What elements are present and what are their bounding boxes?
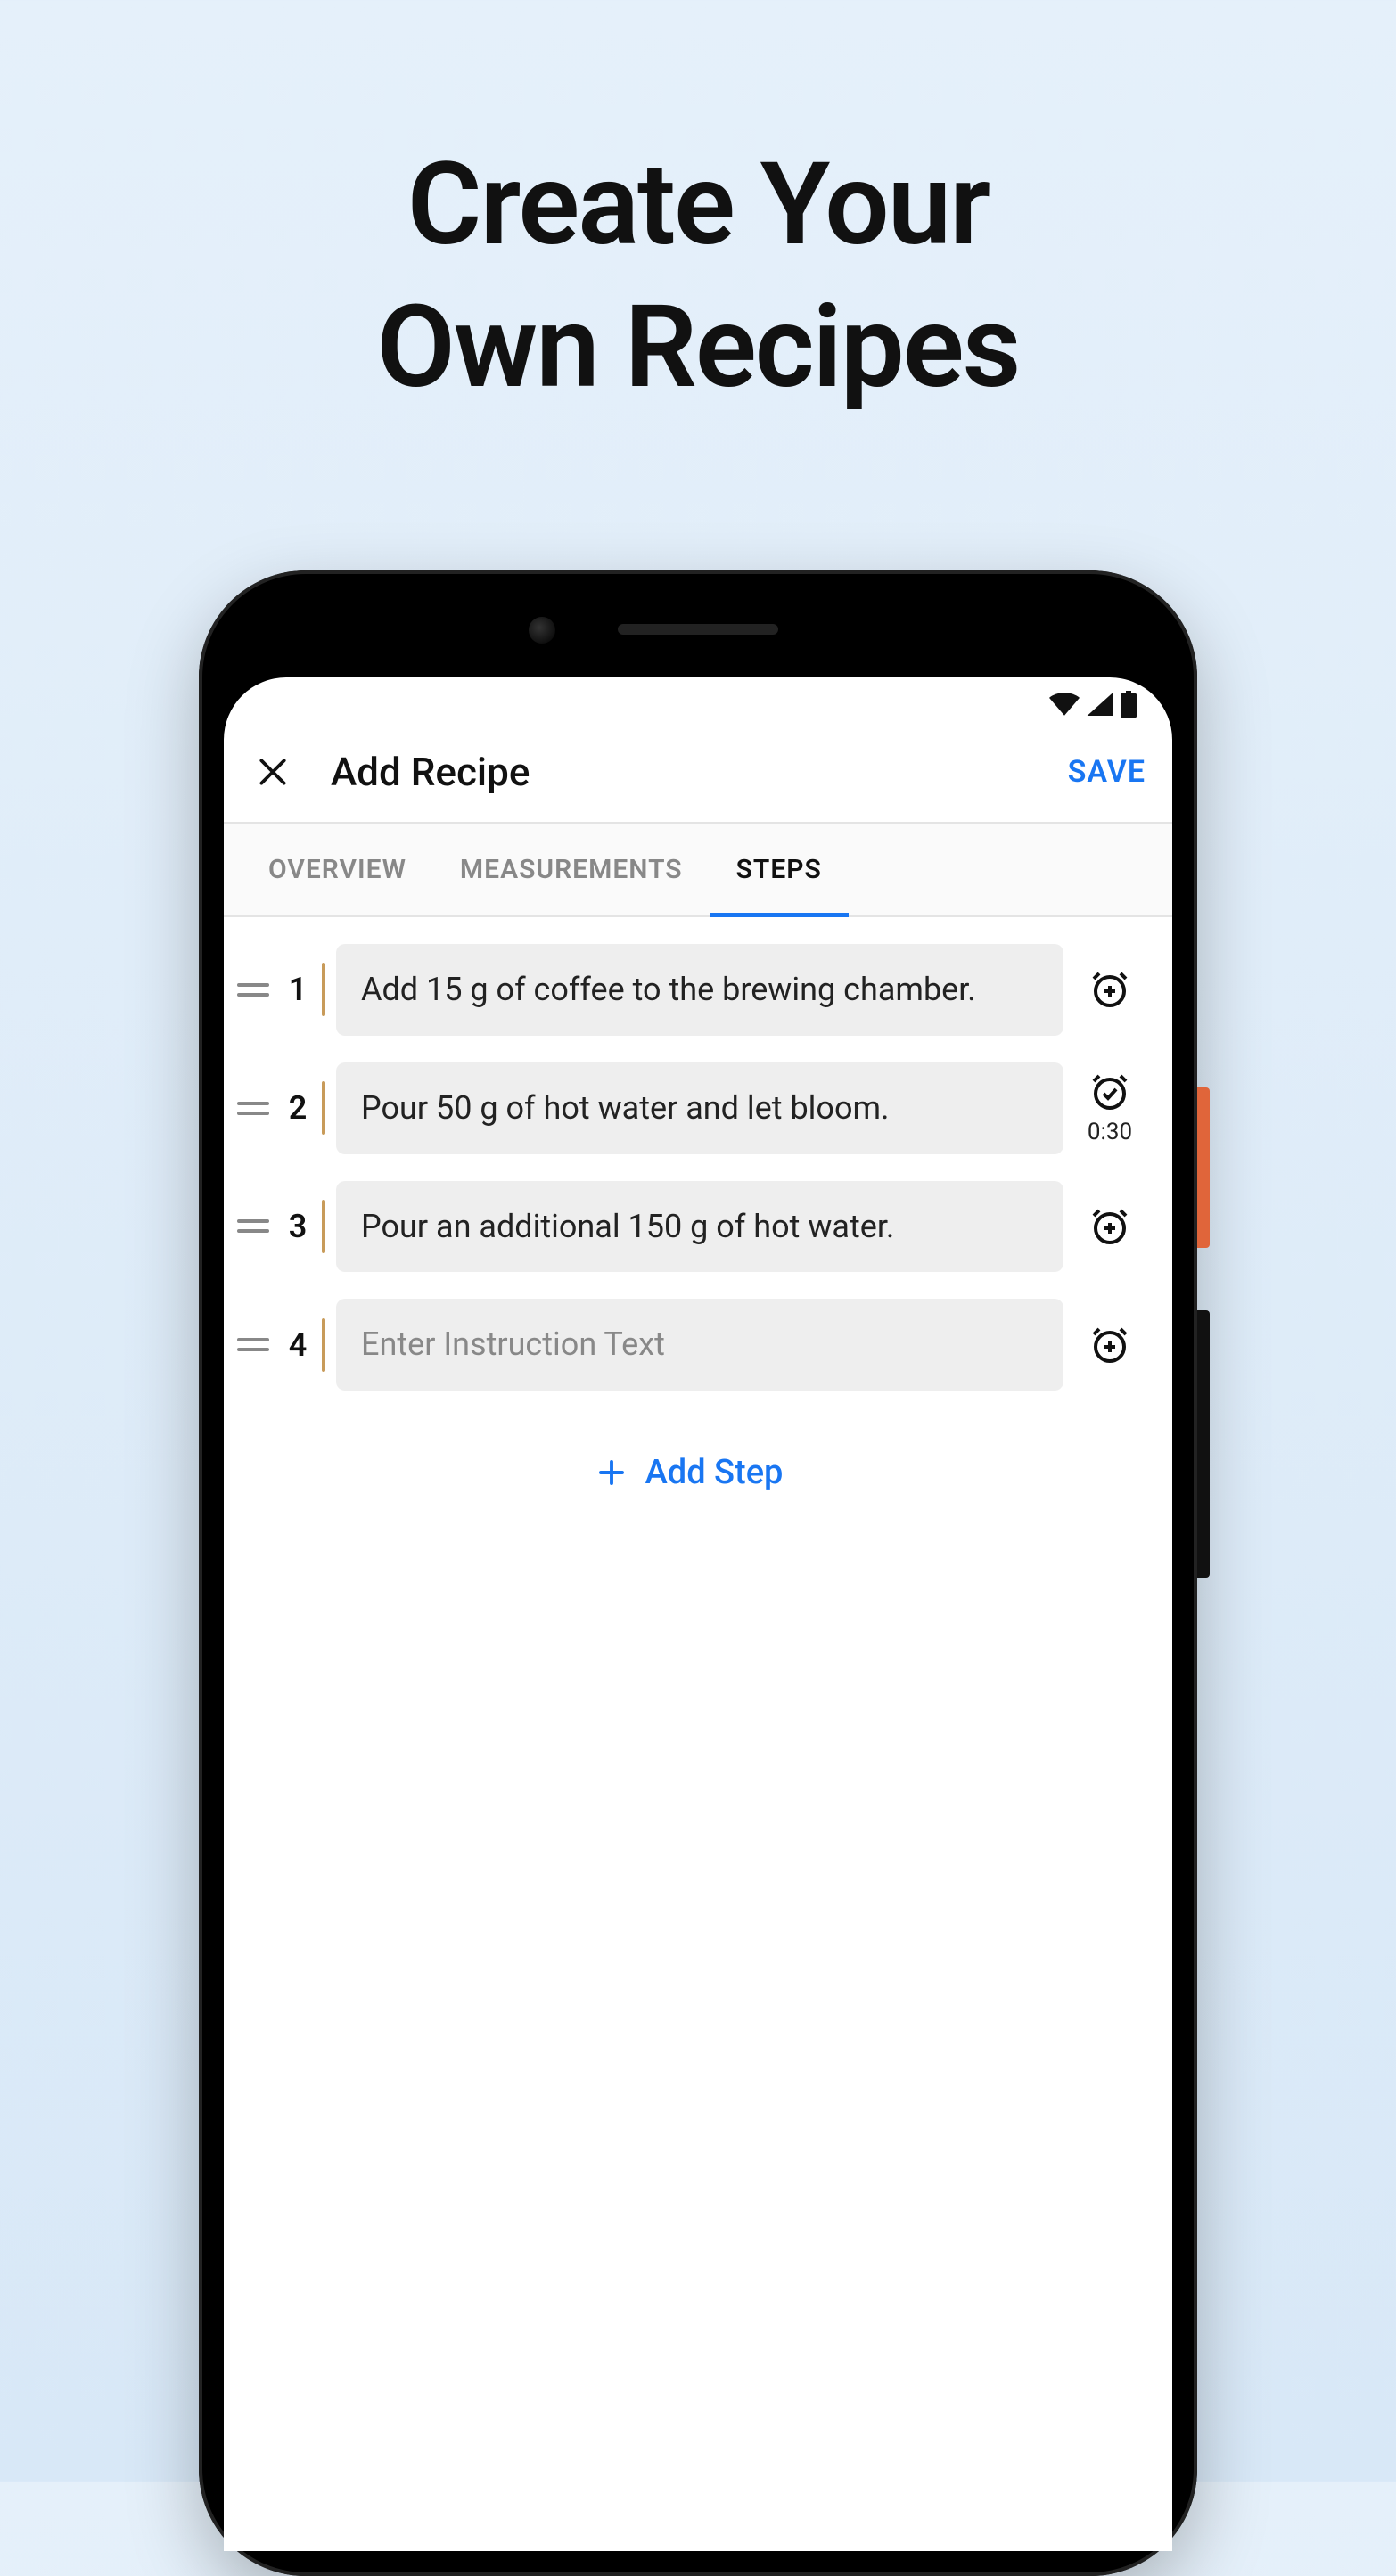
step-instruction-input[interactable]: Enter Instruction Text	[336, 1299, 1063, 1391]
step-number: 2	[284, 1089, 311, 1127]
alarm-add-icon	[1088, 1205, 1131, 1248]
promo-title: Create Your Own Recipes	[0, 0, 1396, 419]
tab-measurements[interactable]: MEASUREMENTS	[433, 824, 710, 915]
tab-steps[interactable]: STEPS	[710, 824, 849, 915]
step-divider	[322, 1318, 325, 1372]
timer-value: 0:30	[1088, 1119, 1132, 1145]
steps-list: 1 Add 15 g of coffee to the brewing cham…	[224, 917, 1172, 1528]
step-instruction-input[interactable]: Pour an additional 150 g of hot water.	[336, 1181, 1063, 1273]
alarm-check-icon	[1088, 1071, 1131, 1113]
alarm-add-icon	[1088, 1324, 1131, 1366]
tab-overview[interactable]: OVERVIEW	[242, 824, 433, 915]
step-row: 2 Pour 50 g of hot water and let bloom. …	[233, 1062, 1146, 1154]
status-bar	[224, 677, 1172, 731]
save-button[interactable]: SAVE	[1068, 754, 1146, 790]
plus-icon	[595, 1456, 628, 1489]
phone-power-button	[1197, 1087, 1210, 1248]
step-divider	[322, 1200, 325, 1253]
step-divider	[322, 1081, 325, 1135]
wifi-icon	[1049, 693, 1080, 716]
edit-timer-button[interactable]: 0:30	[1074, 1071, 1146, 1145]
drag-handle-icon[interactable]	[233, 1102, 274, 1115]
app-bar: Add Recipe SAVE	[224, 731, 1172, 822]
phone-screen: Add Recipe SAVE OVERVIEW MEASUREMENTS ST…	[224, 677, 1172, 2551]
add-timer-button[interactable]	[1074, 1205, 1146, 1248]
drag-handle-icon[interactable]	[233, 1338, 274, 1351]
close-icon	[256, 755, 290, 789]
step-number: 1	[284, 971, 311, 1008]
add-timer-button[interactable]	[1074, 968, 1146, 1011]
add-step-button[interactable]: Add Step	[233, 1417, 1146, 1528]
drag-handle-icon[interactable]	[233, 983, 274, 997]
step-instruction-input[interactable]: Add 15 g of coffee to the brewing chambe…	[336, 944, 1063, 1036]
promo-line-2: Own Recipes	[0, 276, 1396, 419]
step-row: 3 Pour an additional 150 g of hot water.	[233, 1181, 1146, 1273]
phone-frame: Add Recipe SAVE OVERVIEW MEASUREMENTS ST…	[199, 570, 1197, 2576]
page-title: Add Recipe	[331, 749, 1032, 795]
promo-line-1: Create Your	[0, 134, 1396, 276]
step-number: 3	[284, 1208, 311, 1245]
phone-volume-button	[1197, 1310, 1210, 1578]
step-row: 4 Enter Instruction Text	[233, 1299, 1146, 1391]
cellular-icon	[1087, 693, 1113, 716]
step-number: 4	[284, 1326, 311, 1364]
tabs: OVERVIEW MEASUREMENTS STEPS	[224, 824, 1172, 917]
drag-handle-icon[interactable]	[233, 1219, 274, 1233]
step-divider	[322, 963, 325, 1016]
step-instruction-input[interactable]: Pour 50 g of hot water and let bloom.	[336, 1062, 1063, 1154]
close-button[interactable]	[250, 750, 295, 794]
step-row: 1 Add 15 g of coffee to the brewing cham…	[233, 944, 1146, 1036]
add-step-label: Add Step	[645, 1453, 784, 1492]
alarm-add-icon	[1088, 968, 1131, 1011]
battery-icon	[1121, 691, 1137, 718]
add-timer-button[interactable]	[1074, 1324, 1146, 1366]
